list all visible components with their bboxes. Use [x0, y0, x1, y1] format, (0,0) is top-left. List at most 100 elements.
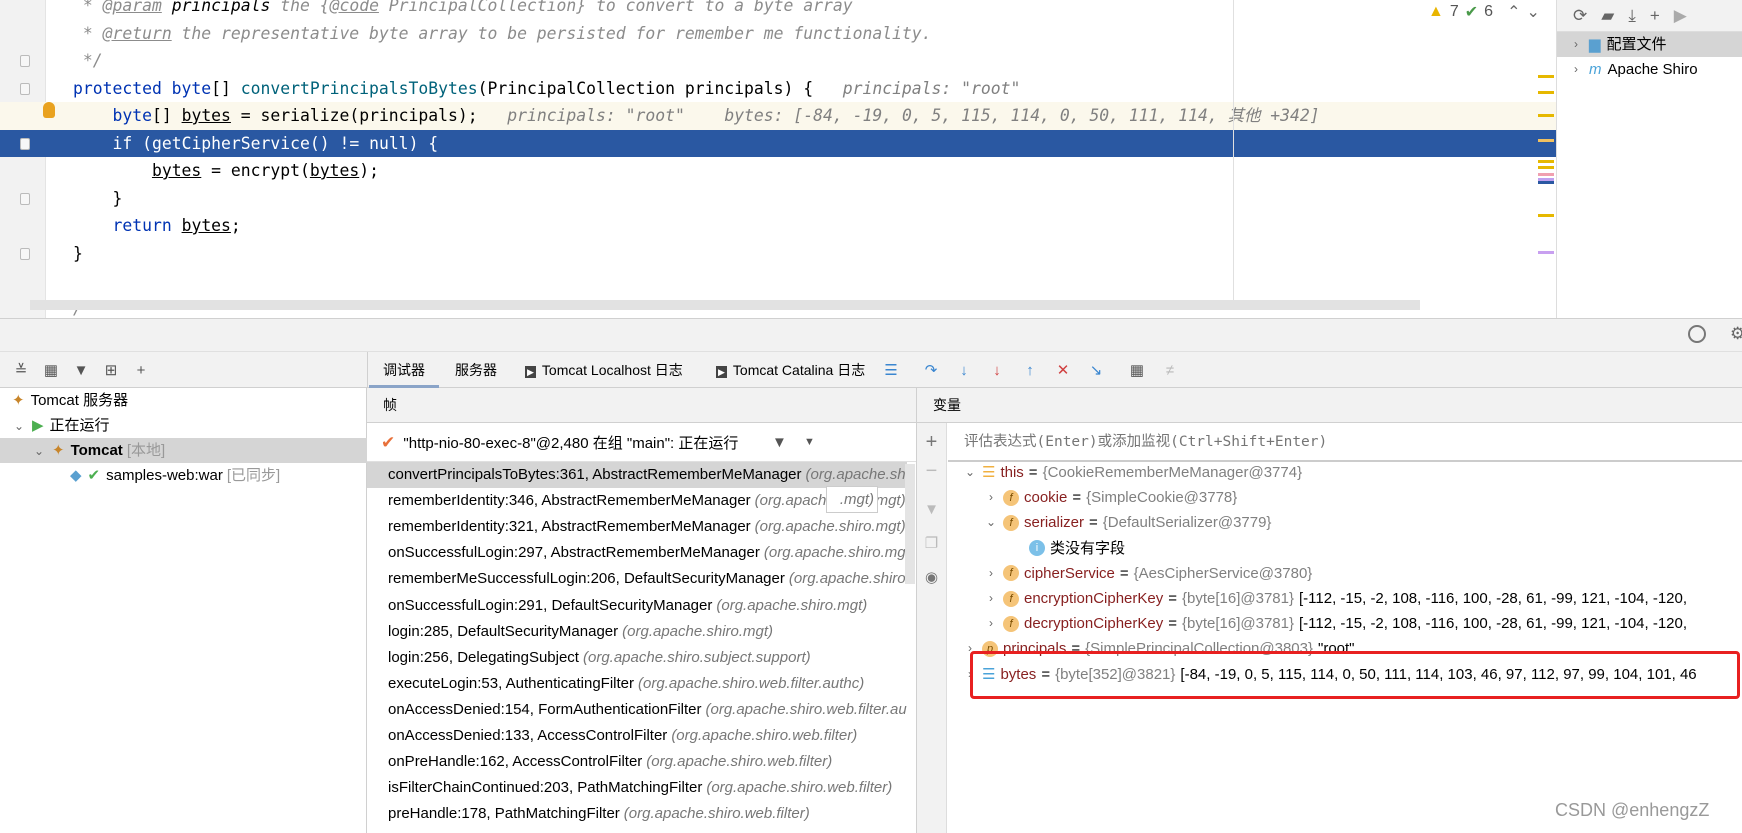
add-watch-icon[interactable]: +	[917, 431, 946, 454]
frame-item[interactable]: onSuccessfulLogin:291, DefaultSecurityMa…	[367, 593, 907, 619]
tree-item-profiles[interactable]: › ▆ 配置文件	[1557, 32, 1742, 57]
chevron-down-icon[interactable]: ▼	[804, 423, 815, 462]
code-line[interactable]: protected byte[] convertPrincipalsToByte…	[0, 75, 1556, 103]
fold-end-icon[interactable]	[20, 247, 30, 260]
chevron-down-icon[interactable]: ⌄	[12, 414, 26, 439]
move-down-icon[interactable]: ▼	[917, 501, 946, 518]
fold-start-icon[interactable]	[20, 137, 30, 150]
trace-icon[interactable]: ≠	[1159, 359, 1181, 381]
service-item[interactable]: ⌄ ▶ 正在运行	[0, 413, 367, 438]
service-item[interactable]: ◆ ✔ samples-web:war [已同步]	[0, 463, 367, 488]
frame-item[interactable]: onAccessDenied:133, AccessControlFilter(…	[367, 723, 907, 749]
evaluate-expression-input[interactable]	[948, 423, 1742, 462]
code-editor[interactable]: * @param principals the {@code Principal…	[0, 0, 1556, 318]
variable-item[interactable]: › f cipherService = {AesCipherService@3780}	[984, 561, 1312, 586]
variable-item[interactable]: ⌄ f serializer = {DefaultSerializer@3779}	[984, 510, 1271, 535]
code-line[interactable]: * @param principals the {@code Principal…	[0, 0, 1556, 20]
chevron-right-icon[interactable]: ›	[984, 586, 998, 611]
tab-2[interactable]: ▶ Tomcat Localhost 日志	[525, 352, 683, 388]
stripe-marker[interactable]	[1538, 180, 1554, 184]
stripe-marker[interactable]	[1538, 159, 1554, 163]
code-line[interactable]: }	[0, 185, 1556, 213]
code-line[interactable]: * @return the representative byte array …	[0, 20, 1556, 48]
evaluate-icon[interactable]: ▦	[1126, 359, 1148, 381]
chevron-right-icon[interactable]: ›	[1569, 32, 1583, 57]
variable-item[interactable]: › f encryptionCipherKey = {byte[16]@3781} [-1…	[984, 586, 1687, 611]
tab-3[interactable]: ▶ Tomcat Catalina 日志	[716, 352, 865, 388]
frame-item[interactable]: rememberMeSuccessfulLogin:206, DefaultSe…	[367, 566, 907, 592]
frame-item[interactable]: rememberIdentity:321, AbstractRememberMe…	[367, 514, 907, 540]
frame-item[interactable]: executeLogin:53, AuthenticatingFilter (or…	[367, 671, 907, 697]
stripe-marker[interactable]	[1538, 90, 1554, 94]
stripe-marker[interactable]	[1538, 172, 1554, 176]
variable-item[interactable]: › f decryptionCipherKey = {byte[16]@3781} [-1…	[984, 611, 1687, 636]
fold-end-icon[interactable]	[20, 55, 30, 67]
add-icon[interactable]: +	[130, 359, 152, 381]
code-line[interactable]: */	[0, 47, 1556, 75]
horizontal-scrollbar[interactable]	[30, 300, 1420, 310]
download-icon[interactable]: ⤓	[1628, 6, 1636, 26]
frame-item[interactable]: onPreHandle:162, AccessControlFilter (org…	[367, 749, 907, 775]
variable-item[interactable]: ⌄ ☰ this = {CookieRememberMeManager@3774}	[963, 460, 1302, 485]
chevron-down-icon[interactable]: ⌄	[963, 460, 977, 485]
step-out-icon[interactable]: ↑	[1019, 359, 1041, 381]
code-line[interactable]: if (getCipherService() != null) {	[0, 129, 1556, 157]
tree-item-apache-shiro[interactable]: › m Apache Shiro	[1557, 57, 1742, 82]
chevron-up-icon[interactable]: ⌃	[1507, 2, 1520, 22]
frames-scrollbar[interactable]	[905, 464, 915, 584]
code-line[interactable]: byte[] bytes = serialize(principals); pr…	[0, 102, 1556, 130]
crosshair-icon[interactable]	[1688, 325, 1706, 343]
group-icon[interactable]: ▦	[40, 359, 62, 381]
frame-item[interactable]: login:285, DefaultSecurityManager (org.ap…	[367, 619, 907, 645]
reload-icon[interactable]: ⟳	[1573, 6, 1587, 26]
stripe-marker[interactable]	[1538, 74, 1554, 78]
chevron-right-icon[interactable]: ›	[984, 611, 998, 636]
run-to-cursor-icon[interactable]: ↘	[1085, 359, 1107, 381]
filter-icon[interactable]: ▼	[772, 423, 787, 462]
collapse-all-icon[interactable]: ≚	[10, 359, 32, 381]
frame-item[interactable]: isFilterChainContinued:203, PathMatching…	[367, 775, 907, 801]
code-line[interactable]: }	[0, 240, 1556, 268]
tab-1[interactable]: 服务器	[455, 352, 497, 388]
variable-item[interactable]: i 类没有字段	[1029, 536, 1125, 561]
chevron-down-icon[interactable]: ⌄	[984, 510, 998, 535]
stripe-marker[interactable]	[1538, 114, 1554, 118]
frame-item[interactable]: login:256, DelegatingSubject (org.apache.…	[367, 645, 907, 671]
chevron-right-icon[interactable]: ›	[984, 561, 998, 586]
stripe-marker[interactable]	[1538, 214, 1554, 217]
chevron-down-icon[interactable]: ⌄	[1526, 2, 1539, 22]
code-line[interactable]: return bytes;	[0, 212, 1556, 240]
gear-icon[interactable]: ⚙	[1730, 324, 1742, 344]
folder-icon[interactable]: ▰	[1601, 6, 1614, 26]
bulb-icon[interactable]	[43, 102, 55, 118]
frame-item[interactable]: onSuccessfulLogin:297, AbstractRememberM…	[367, 540, 907, 566]
copy-icon[interactable]: ❐	[917, 534, 946, 552]
layout-menu-icon[interactable]: ☰	[880, 359, 902, 381]
step-over-icon[interactable]: ↷	[920, 359, 942, 381]
chevron-right-icon[interactable]: ›	[1569, 57, 1583, 82]
stripe-marker[interactable]	[1538, 251, 1554, 255]
add-icon[interactable]: +	[1650, 6, 1660, 26]
force-step-into-icon[interactable]: ↓	[986, 359, 1008, 381]
eye-icon[interactable]: ◉	[917, 568, 946, 586]
code-line[interactable]	[0, 267, 1556, 295]
chevron-down-icon[interactable]: ⌄	[32, 439, 46, 464]
step-into-icon[interactable]: ↓	[953, 359, 975, 381]
frame-item[interactable]: preHandle:178, PathMatchingFilter (org.ap…	[367, 801, 907, 827]
fold-end-icon[interactable]	[20, 192, 30, 205]
remove-watch-icon[interactable]: −	[917, 460, 946, 483]
stripe-marker[interactable]	[1538, 138, 1554, 142]
inspection-widget[interactable]: ▲ 7 ✔ 6 ⌃ ⌄	[1428, 2, 1540, 22]
chevron-right-icon[interactable]: ›	[984, 485, 998, 510]
frame-item[interactable]: onAccessDenied:154, FormAuthenticationFi…	[367, 697, 907, 723]
thread-selector[interactable]: ✔ "http-nio-80-exec-8"@2,480 在组 "main": …	[367, 423, 916, 462]
service-item[interactable]: ⌄ ✦ Tomcat [本地]	[0, 438, 367, 463]
variable-item[interactable]: › f cookie = {SimpleCookie@3778}	[984, 485, 1237, 510]
tab-0[interactable]: 调试器	[369, 352, 439, 388]
run-icon[interactable]: ▶	[1674, 6, 1687, 26]
new-tab-icon[interactable]: ⊞	[100, 359, 122, 381]
code-line[interactable]: bytes = encrypt(bytes);	[0, 157, 1556, 185]
frame-item[interactable]: convertPrincipalsToBytes:361, AbstractRe…	[367, 462, 907, 488]
filter-icon[interactable]: ▼	[70, 359, 92, 381]
service-item[interactable]: ✦ Tomcat 服务器	[0, 388, 367, 413]
